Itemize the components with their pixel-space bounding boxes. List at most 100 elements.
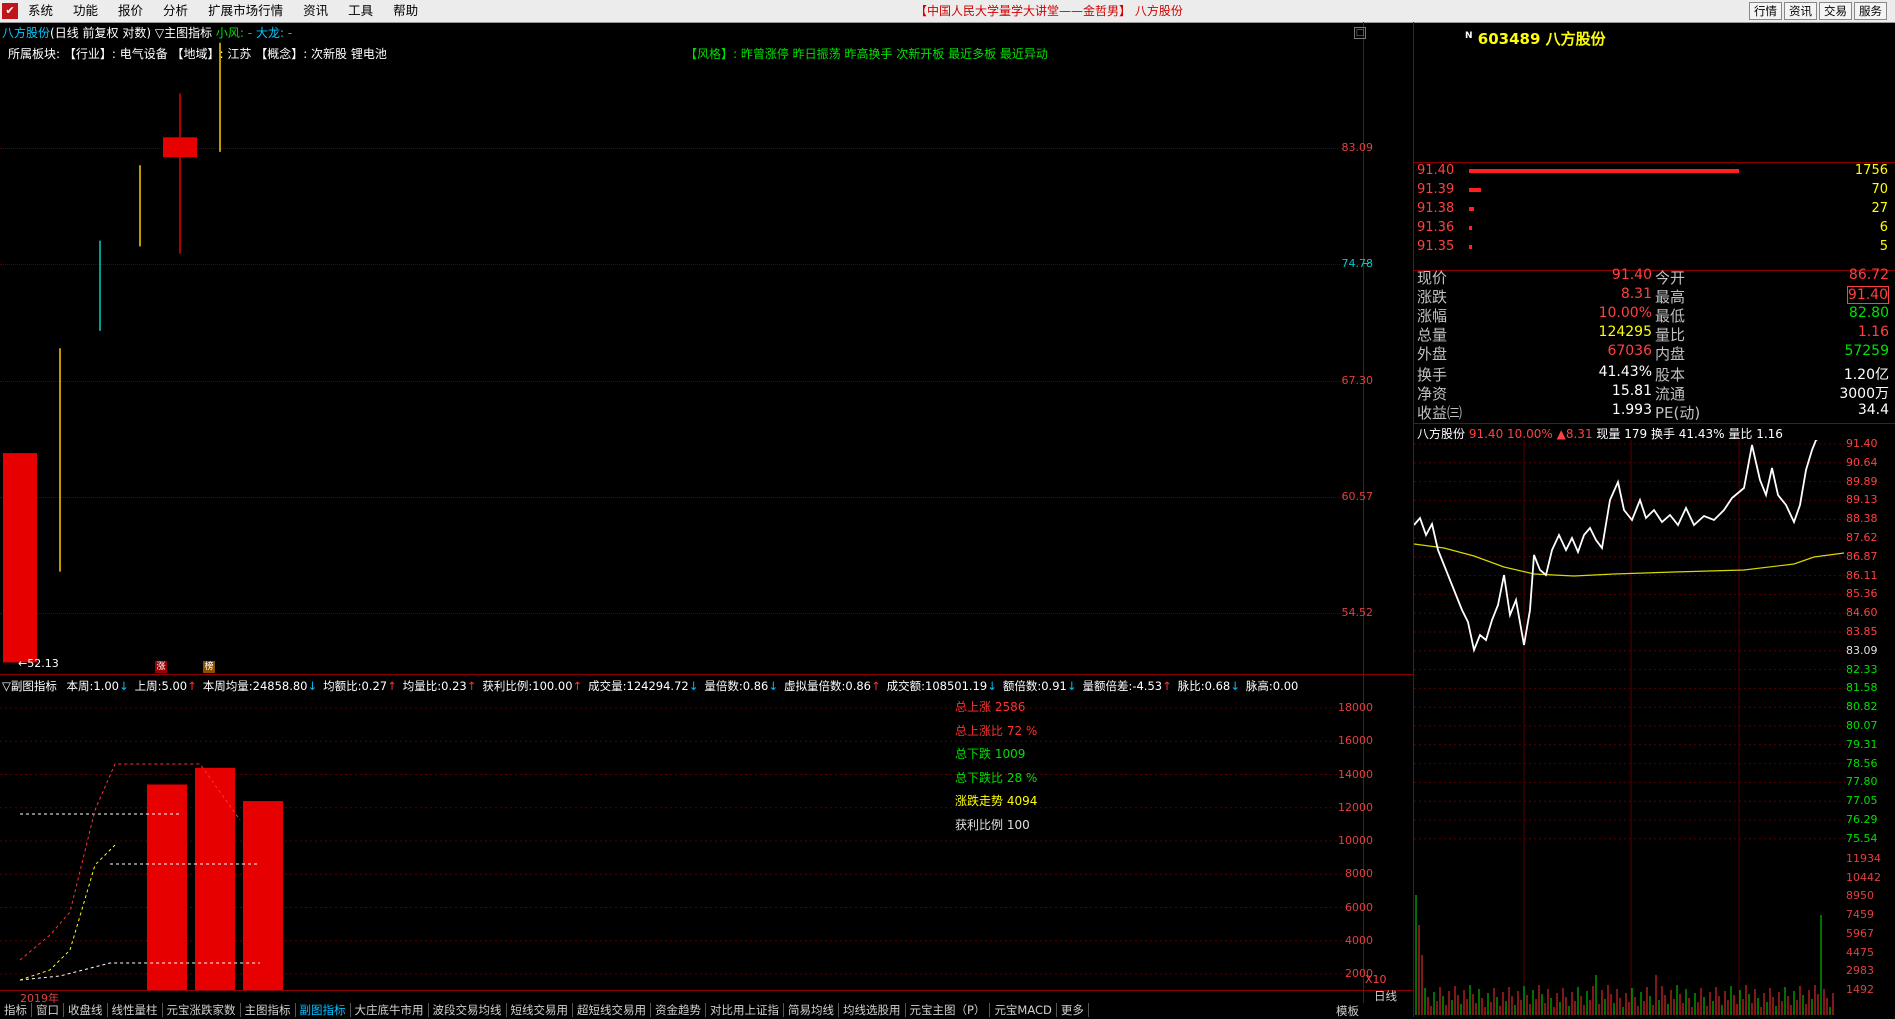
quote-row: 外盘 67036 内盘 57259	[1417, 343, 1892, 363]
quote-row: 总量 124295 量比 1.16	[1417, 324, 1892, 344]
tick-price-label: 86.87	[1846, 549, 1878, 563]
tab-item[interactable]: 超短线交易用	[573, 1003, 651, 1017]
menu-item-analysis[interactable]: 分析	[163, 0, 188, 22]
info-button[interactable]: 资讯	[1784, 2, 1817, 20]
tick-price-label: 90.64	[1846, 455, 1878, 469]
quote-value: 8.31	[1620, 286, 1652, 302]
stock-code: 603489	[1477, 30, 1541, 48]
sub-y-tick: 16000	[1338, 734, 1373, 748]
menu-bar: ✔ 系统 功能 报价 分析 扩展市场行情 资讯 工具 帮助 【中国人民大学量学大…	[0, 0, 1895, 23]
tab-item[interactable]: 大庄底牛市用	[351, 1003, 429, 1017]
order-volume: 70	[1871, 182, 1888, 197]
sub-y-tick: 12000	[1338, 800, 1373, 814]
order-volume-bar	[1469, 169, 1739, 173]
tab-item[interactable]: 主图指标	[241, 1003, 296, 1017]
badge-list: 榜	[203, 661, 215, 673]
tick-price-label: 80.07	[1846, 719, 1878, 732]
tick-turnover: 换手 41.43%	[1650, 427, 1725, 441]
indicator-bar[interactable]	[3, 964, 43, 990]
bottom-divider	[0, 990, 1414, 991]
indicator-bar[interactable]	[51, 927, 91, 990]
sub-y-tick: 18000	[1338, 701, 1373, 714]
candle-body[interactable]	[3, 453, 37, 663]
tab-item[interactable]: 线性量柱	[108, 1003, 163, 1017]
sub-y-tick: 8000	[1345, 867, 1373, 881]
quote-label: 净资	[1417, 385, 1448, 403]
tick-volume-label: 5967	[1846, 926, 1874, 940]
tick-price-label: 75.54	[1846, 831, 1878, 845]
tab-item[interactable]: 窗口	[32, 1003, 64, 1017]
tick-pct: 10.00%	[1507, 427, 1553, 441]
menu-item-tools[interactable]: 工具	[348, 0, 373, 22]
order-book-row[interactable]: 91.35 5	[1417, 239, 1892, 257]
menu-item-info[interactable]: 资讯	[303, 0, 328, 22]
menu-item-quote[interactable]: 报价	[118, 0, 143, 22]
quote-button[interactable]: 行情	[1749, 2, 1782, 20]
tick-price-label: 88.38	[1846, 512, 1878, 526]
badge-up: 涨	[155, 661, 167, 673]
service-button[interactable]: 服务	[1854, 2, 1887, 20]
tick-price-label: 83.85	[1846, 625, 1878, 638]
quote-row: 涨跌 8.31 最高 91.40	[1417, 286, 1892, 306]
right-divider-tick	[1413, 423, 1895, 424]
tab-item[interactable]: 更多	[1057, 1003, 1089, 1017]
tab-item[interactable]: 指标	[0, 1003, 32, 1017]
order-price: 91.38	[1417, 201, 1455, 216]
tab-item[interactable]: 资金趋势	[651, 1003, 706, 1017]
quote-value: 86.72	[1848, 267, 1889, 283]
quote-label: 涨幅	[1417, 307, 1448, 325]
order-price: 91.40	[1417, 163, 1455, 178]
quote-row: 净资 15.81 流通 3000万	[1417, 383, 1892, 403]
tick-vol-ratio: 量比 1.16	[1728, 427, 1783, 441]
indicator-tabs: 指标 窗口 收盘线 线性量柱 元宝涨跌家数 主图指标 副图指标 大庄底牛市用 波段交易均线 短线交…	[0, 1003, 1410, 1017]
tab-item[interactable]: 对比用上证指	[706, 1003, 784, 1017]
menu-item-extended-market[interactable]: 扩展市场行情	[208, 0, 283, 22]
stat-line: 获利比例 100	[955, 817, 1030, 832]
order-book-row[interactable]: 91.40 1756	[1417, 163, 1892, 181]
tick-volume-label: 2983	[1846, 964, 1874, 978]
quote-value: 1.16	[1857, 324, 1889, 340]
menu-item-function[interactable]: 功能	[73, 0, 98, 22]
stat-line: 涨跌走势 4094	[955, 794, 1038, 808]
menu-item-system[interactable]: 系统	[28, 0, 53, 22]
tab-item[interactable]: 元宝涨跌家数	[163, 1003, 241, 1017]
order-book-row[interactable]: 91.38 27	[1417, 201, 1892, 219]
quote-value: 57259	[1844, 343, 1889, 359]
tab-item[interactable]: 简易均线	[784, 1003, 839, 1017]
quote-row: 涨幅 10.00% 最低 82.80	[1417, 305, 1892, 325]
order-book-row[interactable]: 91.39 70	[1417, 182, 1892, 200]
tab-item[interactable]: 元宝主图（P）	[906, 1003, 991, 1017]
tab-item[interactable]: 元宝MACD	[990, 1003, 1057, 1017]
trade-button[interactable]: 交易	[1819, 2, 1852, 20]
menu-item-help[interactable]: 帮助	[393, 0, 418, 22]
tick-price-label: 84.60	[1846, 606, 1878, 620]
tick-price-label: 82.33	[1846, 662, 1878, 676]
sub-y-tick: 14000	[1338, 767, 1373, 781]
tick-volume-label: 4475	[1846, 945, 1874, 959]
tick-volume-label: 1492	[1846, 982, 1874, 996]
quote-value: 82.80	[1848, 305, 1889, 321]
indicator-bar[interactable]	[243, 801, 283, 990]
indicator-bar[interactable]	[147, 784, 187, 990]
quote-label: 现价	[1417, 269, 1448, 287]
indicator-bar[interactable]	[195, 767, 235, 990]
tab-item[interactable]: 均线选股用	[839, 1003, 906, 1017]
tick-price-label: 86.11	[1846, 568, 1878, 582]
quote-value: 1.993	[1611, 402, 1652, 418]
daily-tab[interactable]: 日线	[1374, 988, 1397, 1004]
indicator-bar[interactable]	[99, 701, 139, 990]
candle-body[interactable]	[163, 137, 197, 158]
tab-item[interactable]: 收盘线	[64, 1003, 108, 1017]
tick-change: ▲8.31	[1556, 427, 1593, 441]
tab-item[interactable]: 短线交易用	[507, 1003, 573, 1017]
quote-label: 量比	[1655, 326, 1686, 344]
trend-line	[19, 844, 116, 981]
order-volume-bar	[1469, 188, 1481, 192]
order-book-row[interactable]: 91.36 6	[1417, 220, 1892, 238]
tick-price-label: 76.29	[1846, 813, 1878, 826]
order-volume-bar	[1469, 226, 1472, 230]
tab-item[interactable]: 副图指标	[296, 1003, 351, 1017]
tick-price-label: 89.89	[1846, 474, 1878, 488]
tick-price-label: 81.58	[1846, 681, 1878, 695]
tab-item[interactable]: 波段交易均线	[429, 1003, 507, 1017]
